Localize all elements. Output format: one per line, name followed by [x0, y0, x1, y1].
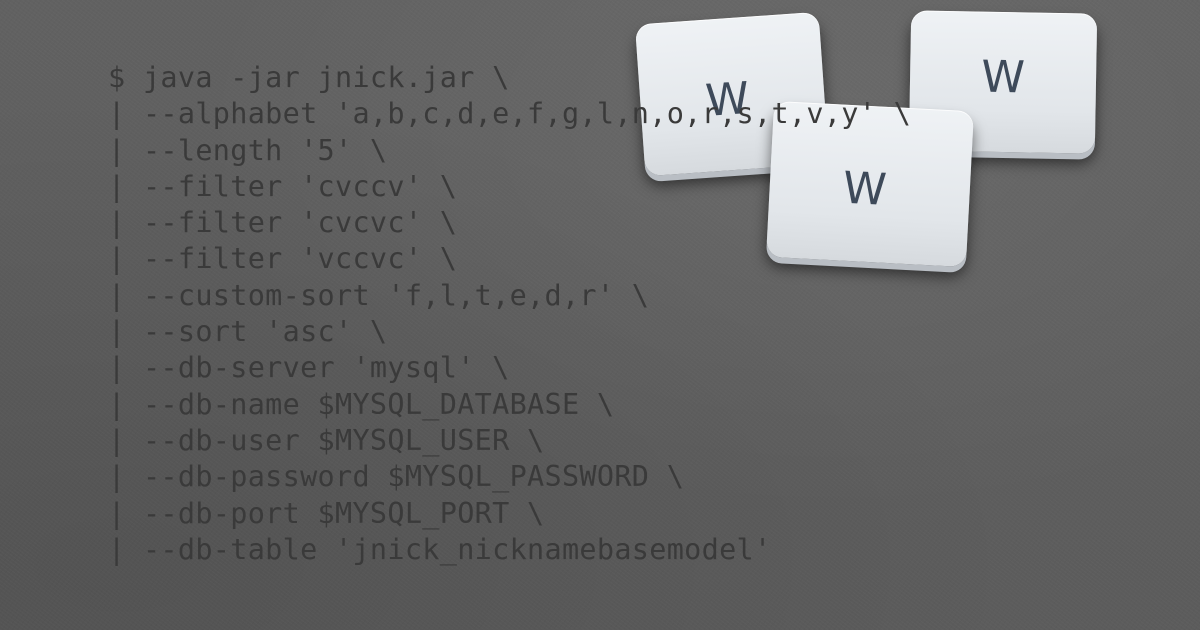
pipe-marker: |: [108, 351, 126, 385]
pipe-marker: |: [108, 206, 126, 240]
terminal-command: $ java -jar jnick.jar \ | --alphabet 'a,…: [108, 60, 911, 568]
option-line: | --db-table 'jnick_nicknamebasemodel': [108, 532, 911, 568]
option-text: --sort 'asc' \: [142, 315, 388, 349]
option-text: --db-name $MYSQL_DATABASE \: [142, 387, 615, 421]
command-line: $ java -jar jnick.jar \: [108, 60, 911, 96]
option-line: | --length '5' \: [108, 133, 911, 169]
pipe-marker: |: [108, 133, 126, 167]
option-line: | --db-name $MYSQL_DATABASE \: [108, 387, 911, 423]
option-line: | --sort 'asc' \: [108, 314, 911, 350]
option-text: --filter 'vccvc' \: [142, 242, 458, 276]
pipe-marker: |: [108, 278, 126, 312]
pipe-marker: |: [108, 242, 126, 276]
pipe-marker: |: [108, 315, 126, 349]
option-line: | --db-password $MYSQL_PASSWORD \: [108, 459, 911, 495]
pipe-marker: |: [108, 97, 126, 131]
option-text: --length '5' \: [142, 133, 388, 167]
option-text: --filter 'cvccv' \: [142, 169, 458, 203]
command-text: java -jar jnick.jar \: [142, 61, 510, 94]
option-text: --alphabet 'a,b,c,d,e,f,g,l,n,o,r,s,t,v,…: [142, 97, 912, 131]
option-line: | --filter 'cvccv' \: [108, 169, 911, 205]
pipe-marker: |: [108, 460, 126, 494]
option-text: --db-table 'jnick_nicknamebasemodel': [142, 532, 772, 566]
option-text: --filter 'cvcvc' \: [142, 206, 458, 240]
shell-prompt: $: [108, 61, 126, 94]
option-text: --custom-sort 'f,l,t,e,d,r' \: [142, 278, 650, 312]
option-line: | --alphabet 'a,b,c,d,e,f,g,l,n,o,r,s,t,…: [108, 96, 911, 132]
option-line: | --db-port $MYSQL_PORT \: [108, 496, 911, 532]
pipe-marker: |: [108, 169, 126, 203]
option-text: --db-port $MYSQL_PORT \: [142, 496, 545, 530]
pipe-marker: |: [108, 423, 126, 457]
pipe-marker: |: [108, 532, 126, 566]
option-line: | --filter 'cvcvc' \: [108, 205, 911, 241]
option-line: | --db-server 'mysql' \: [108, 350, 911, 386]
option-text: --db-server 'mysql' \: [142, 351, 510, 385]
option-line: | --db-user $MYSQL_USER \: [108, 423, 911, 459]
pipe-marker: |: [108, 496, 126, 530]
option-line: | --custom-sort 'f,l,t,e,d,r' \: [108, 278, 911, 314]
option-line: | --filter 'vccvc' \: [108, 241, 911, 277]
option-text: --db-user $MYSQL_USER \: [142, 423, 545, 457]
pipe-marker: |: [108, 387, 126, 421]
tile-letter: W: [980, 51, 1026, 103]
option-text: --db-password $MYSQL_PASSWORD \: [142, 460, 685, 494]
